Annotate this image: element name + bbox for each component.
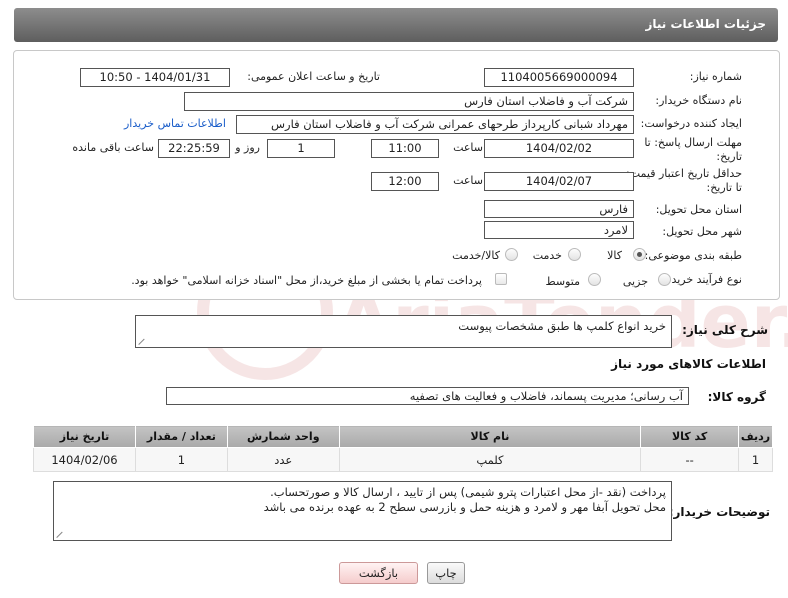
remaining-days-field[interactable]: 1: [267, 139, 335, 158]
description-text: خرید انواع کلمپ ها طبق مشخصات پیوست: [458, 319, 666, 333]
back-button[interactable]: بازگشت: [339, 562, 418, 584]
col-header-quantity: تعداد / مقدار: [134, 425, 228, 448]
cell-name: کلمپ: [338, 447, 642, 472]
cell-code: --: [640, 447, 740, 472]
treasury-payment-checkbox[interactable]: [495, 273, 507, 285]
category-label: طبقه بندی موضوعی:: [644, 249, 742, 262]
buyer-org-field[interactable]: شرکت آب و فاضلاب استان فارس: [184, 92, 634, 111]
cell-row-number: 1: [738, 447, 773, 472]
reply-time-field[interactable]: 11:00: [371, 139, 439, 158]
goods-group-field[interactable]: آب رسانی؛ مدیریت پسماند، فاضلاب و فعالیت…: [166, 387, 689, 405]
buyer-contact-link[interactable]: اطلاعات تماس خریدار: [124, 117, 226, 130]
buyer-notes-line-1: پرداخت (نقد -از محل اعتبارات پترو شیمی) …: [270, 485, 666, 499]
treasury-payment-note: پرداخت تمام یا بخشی از مبلغ خرید،از محل …: [131, 274, 482, 287]
process-option-minor: جزیی: [622, 275, 648, 288]
days-label: روز و: [235, 141, 260, 154]
cell-quantity: 1: [134, 447, 228, 472]
buyer-notes-textarea[interactable]: پرداخت (نقد -از محل اعتبارات پترو شیمی) …: [53, 481, 672, 541]
goods-group-label: گروه کالا:: [707, 390, 766, 404]
category-radio-goods[interactable]: [633, 248, 646, 261]
buyer-notes-line-2: محل تحویل آبفا مهر و لامرد و هزینه حمل و…: [263, 500, 666, 514]
goods-table: ردیف کد کالا نام کالا واحد شمارش تعداد /…: [33, 425, 773, 472]
buyer-org-label: نام دستگاه خریدار:: [655, 94, 742, 107]
process-radio-minor[interactable]: [658, 273, 671, 286]
goods-table-header: ردیف کد کالا نام کالا واحد شمارش تعداد /…: [33, 425, 773, 448]
category-radio-goods-service[interactable]: [505, 248, 518, 261]
resize-grip-icon[interactable]: [139, 337, 147, 345]
city-label: شهر محل تحویل:: [662, 225, 742, 238]
col-header-name: نام کالا: [338, 425, 642, 448]
col-header-code: کد کالا: [640, 425, 740, 448]
process-radio-medium[interactable]: [588, 273, 601, 286]
announce-datetime-field[interactable]: 1404/01/31 - 10:50: [80, 68, 230, 87]
reply-deadline-label-date: تاریخ:: [716, 150, 742, 163]
process-type-label: نوع فرآیند خرید :: [664, 273, 742, 286]
price-time-field[interactable]: 12:00: [371, 172, 439, 191]
remaining-time-label: ساعت باقی مانده: [72, 141, 154, 154]
goods-section-title: اطلاعات کالاهای مورد نیاز: [611, 357, 766, 371]
creator-label: ایجاد کننده درخواست:: [640, 117, 742, 130]
print-button[interactable]: چاپ: [427, 562, 465, 584]
category-option-goods: کالا: [607, 249, 622, 262]
description-textarea[interactable]: خرید انواع کلمپ ها طبق مشخصات پیوست: [135, 315, 672, 348]
col-header-row: ردیف: [738, 425, 773, 448]
buyer-notes-label: توضیحات خریدار:: [668, 505, 770, 519]
price-deadline-label-date: تا تاریخ:: [706, 181, 742, 194]
need-number-field[interactable]: 1104005669000094: [484, 68, 634, 87]
price-date-field[interactable]: 1404/02/07: [484, 172, 634, 191]
announce-datetime-label: تاریخ و ساعت اعلان عمومی:: [247, 70, 380, 83]
need-number-label: شماره نیاز:: [689, 70, 742, 83]
page-header: جزئیات اطلاعات نیاز: [14, 8, 778, 42]
cell-unit: عدد: [226, 447, 340, 472]
page-title: جزئیات اطلاعات نیاز: [645, 17, 766, 31]
province-field[interactable]: فارس: [484, 200, 634, 218]
cell-need-date: 1404/02/06: [33, 447, 136, 472]
process-option-medium: متوسط: [545, 275, 580, 288]
reply-deadline-label: مهلت ارسال پاسخ: تا: [644, 136, 742, 149]
category-radio-service[interactable]: [568, 248, 581, 261]
reply-time-label: ساعت: [453, 141, 483, 154]
creator-field[interactable]: مهرداد شبانی کارپرداز طرحهای عمرانی شرکت…: [236, 115, 634, 134]
col-header-unit: واحد شمارش: [226, 425, 340, 448]
reply-date-field[interactable]: 1404/02/02: [484, 139, 634, 158]
resize-grip-icon[interactable]: [57, 530, 65, 538]
remaining-time-field[interactable]: 22:25:59: [158, 139, 230, 158]
price-deadline-label: حداقل تاریخ اعتبار قیمت:: [626, 167, 742, 180]
price-time-label: ساعت: [453, 174, 483, 187]
city-field[interactable]: لامرد: [484, 221, 634, 239]
category-option-service: خدمت: [532, 249, 562, 262]
col-header-need-date: تاریخ نیاز: [33, 425, 136, 448]
description-label: شرح کلی نیاز:: [682, 323, 768, 337]
table-row: 1 -- کلمپ عدد 1 1404/02/06: [33, 447, 773, 472]
province-label: استان محل تحویل:: [655, 203, 742, 216]
category-option-goods-service: کالا/خدمت: [452, 249, 500, 262]
